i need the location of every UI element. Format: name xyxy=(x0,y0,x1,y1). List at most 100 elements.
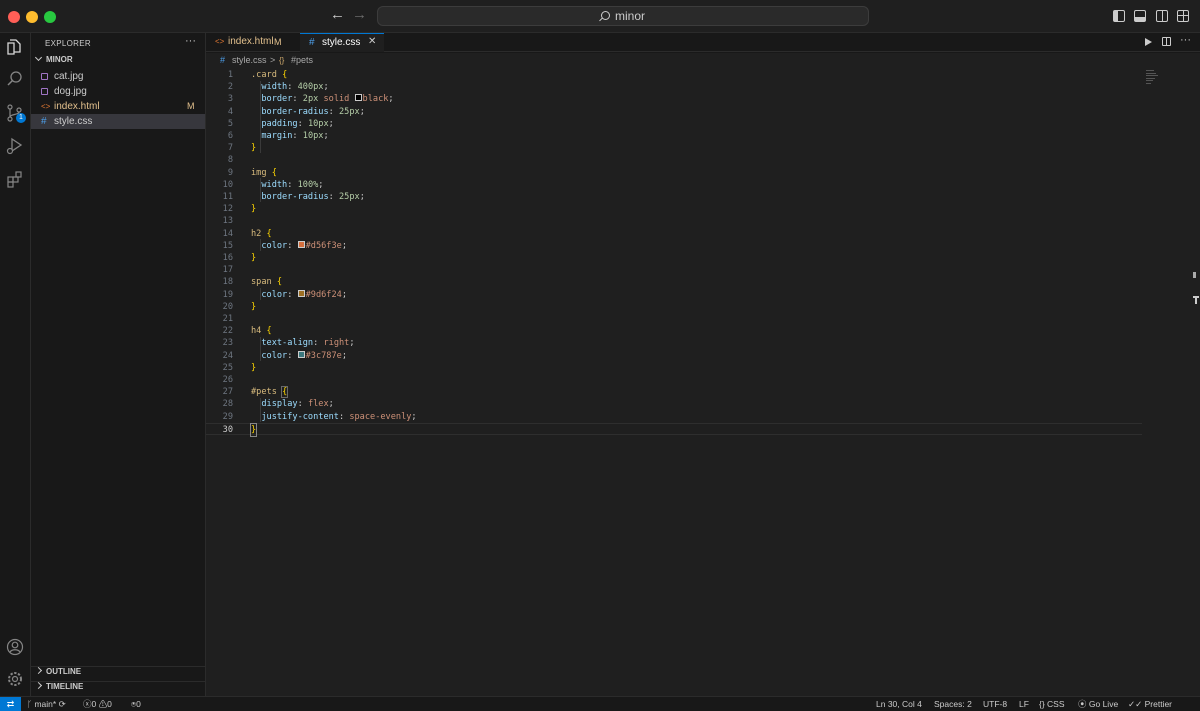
breadcrumb-symbol[interactable]: #pets xyxy=(291,53,313,68)
code-line: 25} xyxy=(206,362,1142,374)
command-center-label: minor xyxy=(614,9,645,23)
timeline-section[interactable]: TIMELINE xyxy=(31,681,205,696)
line-number: 1 xyxy=(227,70,233,80)
line-number: 28 xyxy=(222,399,233,410)
code-line: 5 padding: 10px; xyxy=(206,118,1142,130)
file-item-dog-jpg[interactable]: dog.jpg xyxy=(31,84,205,99)
close-window-button[interactable] xyxy=(8,11,20,23)
line-number: 7 xyxy=(227,143,233,154)
h2-color-value: #d56f3e xyxy=(305,240,342,251)
code-text: img { xyxy=(251,167,277,178)
customize-layout-icon[interactable] xyxy=(1177,10,1189,22)
eol-status[interactable]: LF xyxy=(1019,697,1029,711)
error-count: 0 xyxy=(91,699,97,709)
branch-status[interactable]: ᚴ main* ⟳ xyxy=(27,697,66,711)
forward-arrow-icon[interactable]: → xyxy=(352,6,367,23)
cursor-position[interactable]: Ln 30, Col 4 xyxy=(876,697,922,711)
color-swatch[interactable] xyxy=(297,350,305,358)
code-text: } xyxy=(251,204,257,215)
split-editor-icon[interactable] xyxy=(1162,37,1171,46)
go-live-button[interactable]: ⦿ Go Live xyxy=(1078,697,1118,711)
file-item-cat-jpg[interactable]: cat.jpg xyxy=(31,69,205,84)
search-icon xyxy=(600,11,610,20)
code-text: color: #3c787e; xyxy=(261,350,347,361)
source-control-icon[interactable]: 1 xyxy=(0,99,31,127)
back-arrow-icon[interactable]: ← xyxy=(330,6,345,23)
minimap[interactable] xyxy=(1146,70,1160,92)
code-editor[interactable]: 1 .card { 2 width: 400px; 3 border: 2px s… xyxy=(206,68,1200,696)
code-line: 4 border-radius: 25px; xyxy=(206,106,1142,118)
line-number: 20 xyxy=(222,301,233,312)
breadcrumb-file[interactable]: style.css xyxy=(232,53,267,68)
code-line: 13 xyxy=(206,215,1142,227)
close-icon[interactable]: ✕ xyxy=(368,33,376,51)
code-line: 23 text-align: right; xyxy=(206,337,1142,349)
search-icon[interactable] xyxy=(0,65,31,93)
remote-indicator-icon[interactable]: ⇄ xyxy=(0,697,21,711)
braces-icon: {} xyxy=(1039,699,1048,709)
line-number: 3 xyxy=(227,94,233,105)
command-center-search[interactable]: minor xyxy=(377,6,869,26)
extensions-icon[interactable] xyxy=(0,165,31,193)
outline-section[interactable]: OUTLINE xyxy=(31,666,205,681)
encoding-status[interactable]: UTF-8 xyxy=(983,697,1007,711)
code-line: 6 margin: 10px; xyxy=(206,130,1142,142)
tab-style-css[interactable]: # style.css ✕ xyxy=(300,33,384,52)
minimize-window-button[interactable] xyxy=(26,11,38,23)
color-swatch[interactable] xyxy=(297,240,305,248)
css-file-icon: # xyxy=(220,55,226,65)
color-swatch[interactable] xyxy=(297,289,305,297)
tab-index-html[interactable]: <> index.html M xyxy=(206,33,301,52)
toggle-secondary-sidebar-icon[interactable] xyxy=(1156,10,1168,22)
line-number: 9 xyxy=(227,167,233,178)
language-mode[interactable]: {} CSS xyxy=(1039,697,1065,711)
breadcrumb-separator: > xyxy=(270,55,276,65)
image-file-icon xyxy=(41,88,48,95)
code-text: } xyxy=(251,301,257,312)
color-swatch[interactable] xyxy=(354,94,362,102)
problems-status[interactable]: ⓧ0 ⚠0 xyxy=(83,697,112,711)
language-label: CSS xyxy=(1047,699,1065,709)
explorer-icon[interactable] xyxy=(0,33,31,61)
file-item-index-html[interactable]: <> index.html M xyxy=(31,99,205,114)
chevron-down-icon xyxy=(34,53,43,62)
broadcast-icon: ⦿ xyxy=(1078,699,1089,709)
indentation-status[interactable]: Spaces: 2 xyxy=(934,697,972,711)
line-number: 29 xyxy=(222,411,233,422)
prettier-status[interactable]: ✓✓ Prettier xyxy=(1128,697,1172,711)
modified-status: M xyxy=(274,37,282,47)
title-bar: ← → minor xyxy=(0,0,1200,33)
folder-minor[interactable]: MINOR xyxy=(31,53,205,69)
code-line: 14 h2 { xyxy=(206,228,1142,240)
line-number: 5 xyxy=(227,118,233,129)
toggle-panel-icon[interactable] xyxy=(1134,10,1146,22)
prettier-label: Prettier xyxy=(1144,699,1173,709)
file-name: style.css xyxy=(54,116,93,127)
code-line: 2 width: 400px; xyxy=(206,81,1142,93)
accounts-icon[interactable] xyxy=(0,633,31,661)
code-text: } xyxy=(251,362,257,373)
source-control-badge: 1 xyxy=(16,113,26,123)
toggle-primary-sidebar-icon[interactable] xyxy=(1113,10,1125,22)
line-number: 19 xyxy=(222,289,233,300)
run-icon[interactable] xyxy=(1145,38,1152,46)
file-item-style-css[interactable]: # style.css xyxy=(31,114,205,129)
run-debug-icon[interactable] xyxy=(0,132,31,160)
error-icon: ⓧ xyxy=(83,699,92,709)
zoom-window-button[interactable] xyxy=(44,11,56,23)
line-number: 21 xyxy=(222,314,233,324)
code-line: 28 display: flex; xyxy=(206,398,1142,410)
code-text: width: 100%; xyxy=(261,179,324,190)
scrollbar-marker xyxy=(1195,296,1197,304)
ports-status[interactable]: ⍟0 xyxy=(131,697,141,711)
code-line: 26 xyxy=(206,374,1142,386)
code-line: 10 width: 100%; xyxy=(206,179,1142,191)
explorer-more-actions-button[interactable]: ··· xyxy=(185,35,196,47)
more-actions-icon[interactable]: ··· xyxy=(1180,34,1191,46)
line-number: 11 xyxy=(222,192,233,202)
file-name: cat.jpg xyxy=(54,71,84,82)
ports-count: 0 xyxy=(136,699,141,709)
code-text: #pets { xyxy=(251,386,289,399)
chevron-right-icon xyxy=(34,666,43,675)
manage-gear-icon[interactable] xyxy=(0,665,31,693)
